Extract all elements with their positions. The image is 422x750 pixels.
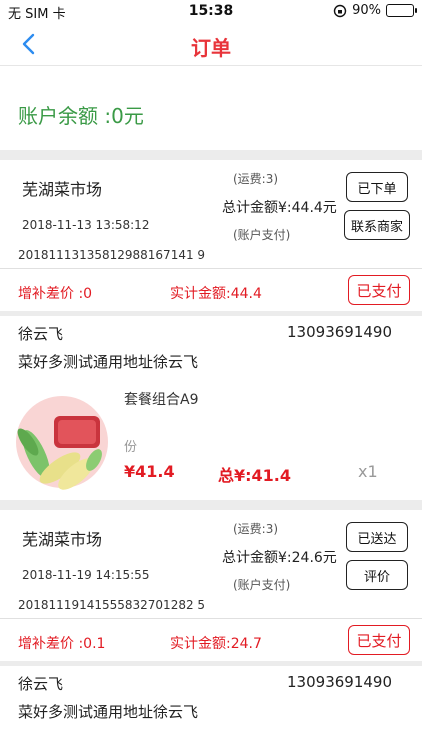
account-balance: 账户余额 :0元 <box>0 66 422 150</box>
order-total: 总计金额¥:24.6元 <box>222 550 337 566</box>
order-status-button[interactable]: 已送达 <box>346 522 408 552</box>
order-date: 2018-11-19 14:15:55 <box>22 568 150 582</box>
customer-phone: 13093691490 <box>287 323 392 341</box>
customer-info: 徐云飞 13093691490 菜好多测试通用地址徐云飞 <box>0 666 422 730</box>
payment-method: (账户支付) <box>233 228 291 242</box>
payment-row: 增补差价 :0 实计金额:44.4 已支付 <box>0 271 422 311</box>
customer-name: 徐云飞 <box>18 675 64 693</box>
section-divider <box>0 500 422 510</box>
product-unit: 份 <box>124 440 138 455</box>
actual-amount: 实计金额:24.7 <box>170 636 262 652</box>
customer-phone: 13093691490 <box>287 673 392 691</box>
balance-text: 账户余额 :0元 <box>18 104 144 128</box>
delivery-address: 菜好多测试通用地址徐云飞 <box>18 353 199 371</box>
status-bar: 无 SIM 卡 15:38 90% <box>0 0 422 22</box>
product-image <box>16 396 108 490</box>
section-divider <box>0 150 422 160</box>
actual-amount: 实计金额:44.4 <box>170 286 262 302</box>
order-number: 20181113135812988167141 9 <box>18 248 206 262</box>
customer-info: 徐云飞 13093691490 菜好多测试通用地址徐云飞 <box>0 316 422 380</box>
orientation-lock-icon <box>333 4 347 17</box>
order-header: 芜湖菜市场 2018-11-19 14:15:55 20181119141555… <box>0 510 422 614</box>
battery-icon <box>386 4 417 17</box>
customer-name: 徐云飞 <box>18 325 64 343</box>
product-quantity: x1 <box>358 462 378 481</box>
product-name: 套餐组合A9 <box>124 392 199 408</box>
product-price: ¥41.4 <box>124 462 175 481</box>
order-header: 芜湖菜市场 2018-11-13 13:58:12 20181113135812… <box>0 160 422 264</box>
paid-button[interactable]: 已支付 <box>348 275 410 305</box>
nav-bar: 订单 <box>0 22 422 66</box>
order-total: 总计金额¥:44.4元 <box>222 200 337 216</box>
shop-name: 芜湖菜市场 <box>22 530 103 549</box>
order-date: 2018-11-13 13:58:12 <box>22 218 150 232</box>
battery-percent: 90% <box>352 3 381 18</box>
price-difference: 增补差价 :0 <box>18 286 93 302</box>
payment-method: (账户支付) <box>233 578 291 592</box>
shop-name: 芜湖菜市场 <box>22 180 103 199</box>
page-title: 订单 <box>191 36 231 60</box>
order-status-button[interactable]: 已下单 <box>346 172 408 202</box>
review-button[interactable]: 评价 <box>346 560 408 590</box>
divider <box>0 268 422 269</box>
status-right: 90% <box>333 3 417 18</box>
product-subtotal: 总¥:41.4 <box>218 466 292 485</box>
order-number: 20181119141555832701282 5 <box>18 598 206 612</box>
paid-button[interactable]: 已支付 <box>348 625 410 655</box>
product-item[interactable]: 套餐组合A9 份 ¥41.4 总¥:41.4 x1 <box>0 380 422 490</box>
contact-merchant-button[interactable]: 联系商家 <box>344 210 410 240</box>
delivery-address: 菜好多测试通用地址徐云飞 <box>18 703 199 721</box>
price-difference: 增补差价 :0.1 <box>18 636 106 652</box>
freight-fee: (运费:3) <box>233 172 279 186</box>
freight-fee: (运费:3) <box>233 522 279 536</box>
divider <box>0 618 422 619</box>
payment-row: 增补差价 :0.1 实计金额:24.7 已支付 <box>0 621 422 661</box>
